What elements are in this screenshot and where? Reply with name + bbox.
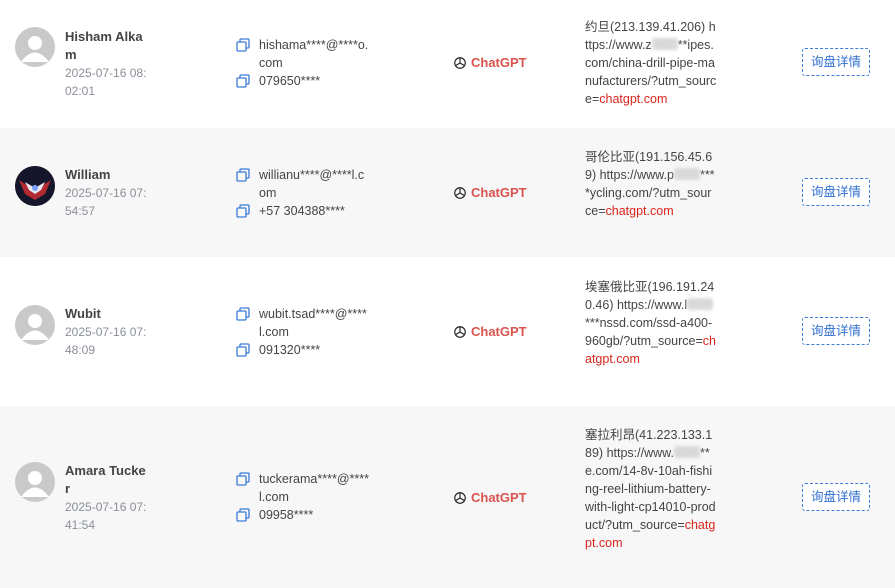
contact-info: tuckerama****@****l.com 09958**** [236,470,371,524]
copy-icon[interactable] [236,204,250,218]
masked-segment [687,298,714,310]
copy-icon[interactable] [236,168,250,182]
copy-icon[interactable] [236,307,250,321]
inquiry-details-button[interactable]: 询盘详情 [802,178,870,206]
copy-icon[interactable] [236,343,250,357]
contact-info: hishama****@****o.com 079650**** [236,36,371,90]
phone-line: 079650**** [236,72,371,90]
url-prefix: https://www.l [616,298,688,312]
table-row: Hisham Alkam 2025-07-16 08:02:01 hishama… [0,0,895,128]
email-line: willianu****@****l.com [236,166,371,202]
inquiry-details-button[interactable]: 询盘详情 [802,483,870,511]
visit-info: 埃塞俄比亚(196.191.240.46) https://www.l***ns… [585,278,717,368]
avatar [15,462,55,502]
avatar [15,166,55,206]
copy-icon[interactable] [236,508,250,522]
email-value: wubit.tsad****@****l.com [259,307,367,339]
source-badge: ChatGPT [453,324,527,339]
visit-info: 哥伦比亚(191.156.45.69) https://www.p ****ycl… [585,148,717,220]
visit-info: 塞拉利昂(41.223.133.189) https://www. **e.com… [585,426,717,552]
inquiry-details-button[interactable]: 询盘详情 [802,317,870,345]
url-rest: ***nssd.com/ssd-a400-960gb/?utm_source= [585,316,713,348]
chatgpt-icon [454,325,466,338]
user-icon [21,314,49,340]
source-label: ChatGPT [471,324,527,339]
email-value: willianu****@****l.com [259,168,365,200]
copy-icon[interactable] [236,38,250,52]
inquiry-time: 2025-07-16 07:48:09 [65,325,147,357]
chatgpt-icon [454,56,466,69]
table-row: Amara Tucker 2025-07-16 07:41:54 tuckera… [0,406,895,588]
location-ip: 约旦(213.139.41.206) [585,20,706,34]
phone-line: +57 304388**** [236,202,371,220]
avatar [15,305,55,345]
customer-name: Amara Tucker [65,463,146,496]
email-line: hishama****@****o.com [236,36,371,72]
phone-value: +57 304388**** [259,204,345,218]
phone-line: 091320**** [236,341,371,359]
inquiry-time: 2025-07-16 07:54:57 [65,186,147,218]
utm-source: chatgpt.com [605,204,674,218]
inquiry-time: 2025-07-16 07:41:54 [65,500,147,532]
user-icon [21,36,49,62]
table-row: Wubit 2025-07-16 07:48:09 wubit.tsad****… [0,257,895,406]
url-prefix: https://www. [606,446,674,460]
customer-name: Hisham Alkam [65,29,143,62]
masked-segment [673,446,700,458]
source-label: ChatGPT [471,55,527,70]
user-icon [21,471,49,497]
url-prefix: https://www.p [599,168,674,182]
source-badge: ChatGPT [453,55,527,70]
table-row: William 2025-07-16 07:54:57 willianu****… [0,128,895,257]
phone-value: 091320**** [259,343,321,357]
customer-name: William [65,167,111,182]
utm-source: chatgpt.com [599,92,668,106]
email-value: hishama****@****o.com [259,38,369,70]
source-badge: ChatGPT [453,185,527,200]
phone-line: 09958**** [236,506,371,524]
contact-info: willianu****@****l.com +57 304388**** [236,166,371,220]
source-badge: ChatGPT [453,490,527,505]
copy-icon[interactable] [236,472,250,486]
inquiry-details-button[interactable]: 询盘详情 [802,48,870,76]
chatgpt-icon [454,186,466,199]
email-line: wubit.tsad****@****l.com [236,305,371,341]
source-label: ChatGPT [471,490,527,505]
source-label: ChatGPT [471,185,527,200]
visit-info: 约旦(213.139.41.206) https://www.z **ipes.c… [585,18,717,108]
chatgpt-icon [454,491,466,504]
custom-avatar-icon [15,166,55,206]
phone-value: 079650**** [259,74,321,88]
email-value: tuckerama****@****l.com [259,472,369,504]
avatar [15,27,55,67]
copy-icon[interactable] [236,74,250,88]
masked-segment [651,38,678,50]
contact-info: wubit.tsad****@****l.com 091320**** [236,305,371,359]
customer-name: Wubit [65,306,101,321]
masked-segment [673,168,700,180]
inquiry-time: 2025-07-16 08:02:01 [65,66,147,98]
email-line: tuckerama****@****l.com [236,470,371,506]
phone-value: 09958**** [259,508,314,522]
